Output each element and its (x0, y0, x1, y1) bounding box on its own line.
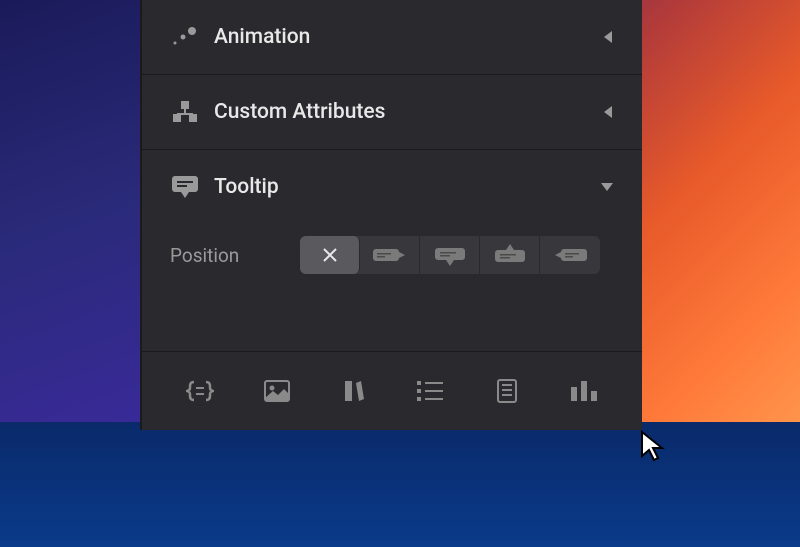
list-icon (417, 381, 443, 401)
collapse-arrow-icon (602, 105, 614, 119)
section-custom-attributes-header[interactable]: Custom Attributes (170, 75, 614, 149)
expand-arrow-icon (600, 181, 614, 193)
style-icon (343, 379, 365, 403)
document-icon (497, 379, 517, 403)
tooltip-position-right[interactable] (360, 236, 420, 274)
tooltip-bottom-icon (435, 244, 465, 266)
tooltip-top-icon (495, 244, 525, 266)
desktop-background: Animation Custom Attributes (0, 0, 800, 547)
tooltip-position-none[interactable] (300, 236, 360, 274)
collapse-arrow-icon (602, 30, 614, 44)
footer-tab-code[interactable] (180, 371, 220, 411)
close-icon (322, 247, 338, 263)
tooltip-position-bottom[interactable] (420, 236, 480, 274)
section-tooltip-label: Tooltip (214, 175, 600, 199)
footer-tab-document[interactable] (487, 371, 527, 411)
section-tooltip-header[interactable]: Tooltip (170, 150, 614, 224)
section-animation-header[interactable]: Animation (170, 0, 614, 74)
inspector-panel: Animation Custom Attributes (140, 0, 642, 430)
section-tooltip: Tooltip Position (142, 150, 642, 304)
image-icon (264, 380, 290, 402)
tooltip-position-top[interactable] (480, 236, 540, 274)
footer-tab-style[interactable] (334, 371, 374, 411)
footer-tab-list[interactable] (410, 371, 450, 411)
desktop-wallpaper-bottom (0, 422, 800, 547)
tooltip-icon (170, 172, 200, 202)
footer-tab-columns[interactable] (564, 371, 604, 411)
panel-footer-tabs (142, 351, 642, 430)
footer-tab-image[interactable] (257, 371, 297, 411)
section-animation-label: Animation (214, 25, 602, 49)
section-custom-attributes: Custom Attributes (142, 75, 642, 150)
tooltip-position-segmented (300, 236, 600, 274)
desktop-wallpaper-left (0, 0, 140, 440)
tooltip-right-icon (373, 246, 407, 264)
custom-attributes-icon (170, 97, 200, 127)
section-animation: Animation (142, 0, 642, 75)
animation-icon (170, 22, 200, 52)
columns-icon (571, 381, 597, 401)
tooltip-position-label: Position (170, 244, 300, 267)
tooltip-left-icon (553, 246, 587, 264)
section-tooltip-body: Position (170, 236, 614, 304)
section-custom-attributes-label: Custom Attributes (214, 100, 602, 124)
tooltip-position-row: Position (170, 236, 614, 274)
code-braces-icon (186, 380, 214, 402)
tooltip-position-left[interactable] (540, 236, 600, 274)
